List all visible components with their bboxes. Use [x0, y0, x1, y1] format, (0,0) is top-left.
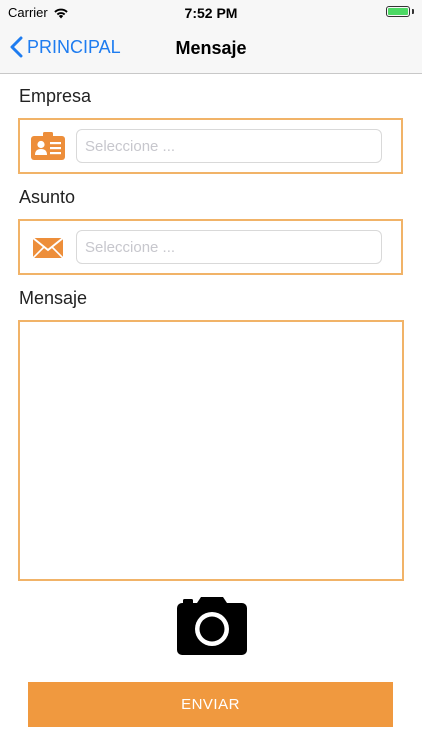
asunto-field-container: [18, 219, 403, 275]
mensaje-textarea[interactable]: [18, 320, 404, 581]
empresa-select[interactable]: [76, 129, 382, 163]
asunto-select[interactable]: [76, 230, 382, 264]
clock: 7:52 PM: [184, 5, 238, 21]
page-title: Mensaje: [175, 38, 247, 58]
empresa-label: Empresa: [19, 86, 92, 106]
camera-icon[interactable]: [177, 597, 247, 655]
id-card-icon: [31, 132, 65, 160]
battery-icon: [386, 6, 414, 17]
asunto-label: Asunto: [19, 187, 76, 207]
envelope-icon: [32, 237, 64, 259]
status-bar: Carrier 7:52 PM: [0, 0, 422, 26]
empresa-field-container: [18, 118, 403, 174]
navigation-bar: PRINCIPAL Mensaje: [0, 26, 422, 74]
send-button[interactable]: ENVIAR: [28, 682, 393, 727]
mensaje-label: Mensaje: [19, 288, 88, 308]
